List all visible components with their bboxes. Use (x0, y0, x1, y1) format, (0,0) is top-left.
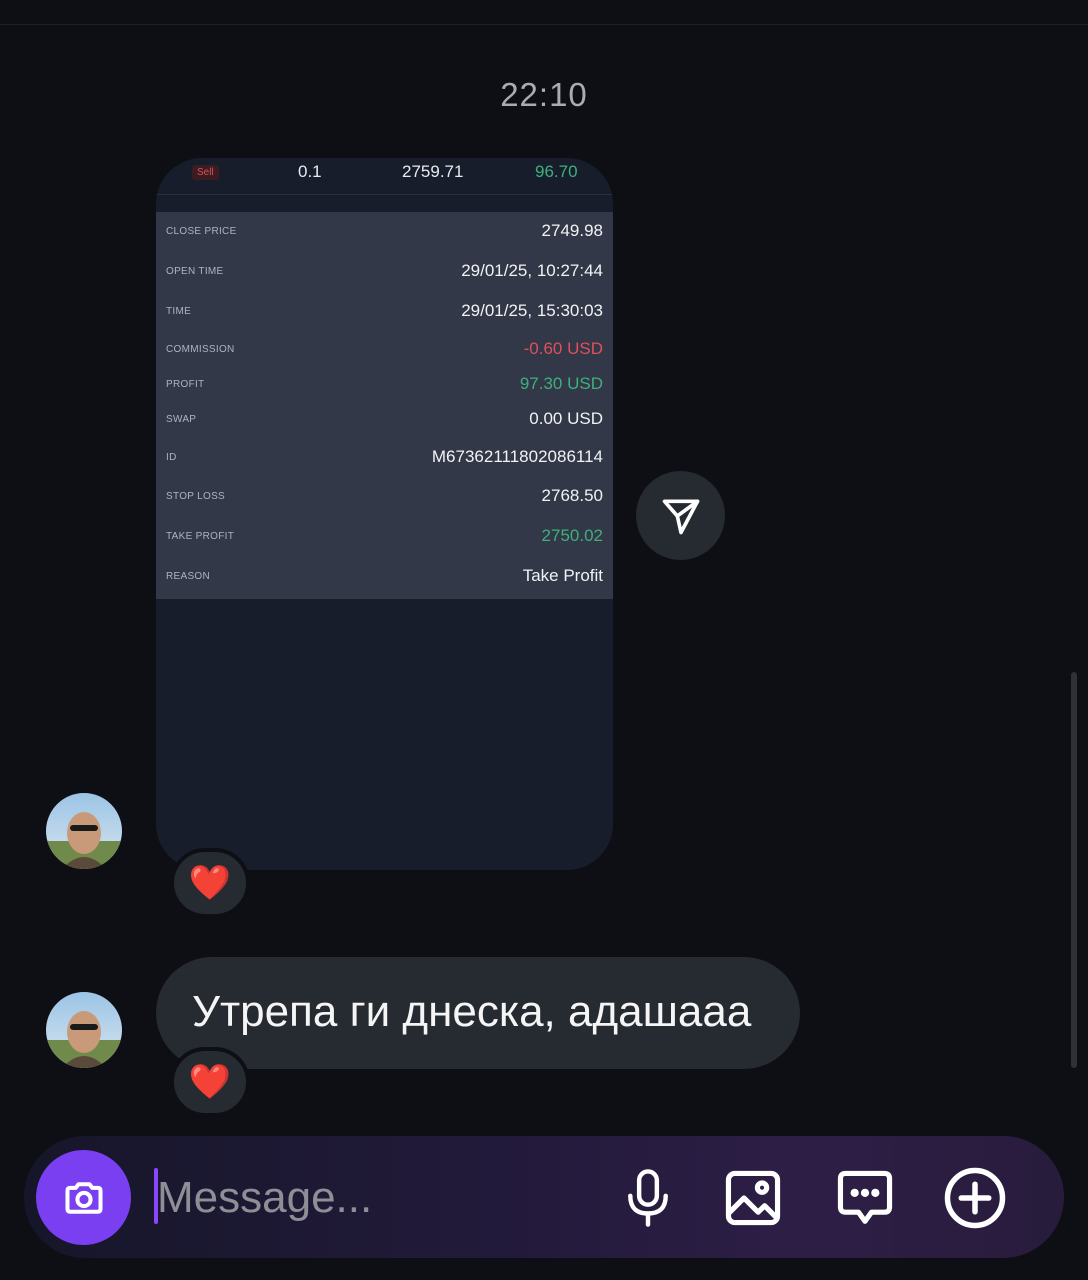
detail-row: REASON Take Profit (156, 563, 613, 593)
gallery-button[interactable] (719, 1164, 787, 1232)
detail-label: COMMISSION (166, 344, 235, 355)
detail-label: STOP LOSS (166, 491, 226, 502)
detail-row: COMMISSION -0.60 USD (156, 336, 613, 366)
detail-label: TIME (166, 306, 192, 317)
sticker-button[interactable] (831, 1164, 899, 1232)
detail-value: 29/01/25, 15:30:03 (461, 301, 603, 320)
message-input[interactable] (157, 1170, 557, 1226)
detail-row: STOP LOSS 2768.50 (156, 483, 613, 513)
message-timestamp: 22:10 (500, 76, 588, 113)
detail-value: 2768.50 (541, 486, 603, 505)
more-options-button[interactable] (941, 1164, 1009, 1232)
detail-label: ID (166, 452, 177, 463)
camera-button[interactable] (36, 1150, 131, 1245)
heart-emoji: ❤️ (188, 1063, 232, 1101)
sell-badge: Sell (192, 165, 219, 180)
sender-avatar[interactable] (46, 992, 122, 1068)
voice-message-button[interactable] (614, 1164, 682, 1232)
trade-screenshot-message[interactable]: Sell 0.1 2759.71 96.70 CLOSE PRICE 2749.… (156, 158, 613, 870)
detail-value: 29/01/25, 10:27:44 (461, 261, 603, 280)
chat-bubble-icon (837, 1170, 893, 1224)
image-icon (725, 1170, 781, 1226)
detail-value: Take Profit (522, 566, 603, 585)
detail-row: CLOSE PRICE 2749.98 (156, 218, 613, 248)
detail-label: TAKE PROFIT (166, 531, 235, 542)
paper-plane-icon (662, 499, 699, 534)
trade-details-table: CLOSE PRICE 2749.98 OPEN TIME 29/01/25, … (156, 212, 613, 599)
trade-summary-header: Sell 0.1 2759.71 96.70 (156, 158, 613, 195)
message-text: Утрепа ги днеска, адашааа (192, 987, 752, 1036)
heart-reaction[interactable]: ❤️ (170, 1047, 250, 1117)
camera-icon (64, 1181, 103, 1214)
detail-row: ID M6736211180208611​4 (156, 444, 613, 474)
trade-open-price: 2759.71 (402, 162, 464, 181)
detail-value: 0.00 USD (529, 409, 603, 428)
detail-label: REASON (166, 571, 211, 582)
detail-label: PROFIT (166, 379, 205, 390)
heart-reaction[interactable]: ❤️ (170, 848, 250, 918)
detail-row: TIME 29/01/25, 15:30:03 (156, 298, 613, 328)
detail-value: -0.60 USD (523, 339, 603, 358)
detail-row: TAKE PROFIT 2750.02 (156, 523, 613, 553)
trade-pl: 96.70 (535, 162, 578, 181)
trade-lots: 0.1 (298, 162, 322, 181)
detail-row: OPEN TIME 29/01/25, 10:27:44 (156, 258, 613, 288)
message-composer (24, 1136, 1064, 1258)
detail-value: 2749.98 (541, 221, 603, 240)
detail-label: SWAP (166, 414, 197, 425)
detail-row: PROFIT 97.30 USD (156, 371, 613, 401)
microphone-icon (628, 1169, 668, 1227)
detail-value: 97.30 USD (519, 374, 603, 393)
text-message-bubble[interactable]: Утрепа ги днеска, адашааа (156, 957, 800, 1069)
sender-avatar[interactable] (46, 793, 122, 869)
detail-label: CLOSE PRICE (166, 226, 237, 237)
detail-value: 2750.02 (541, 526, 603, 545)
detail-label: OPEN TIME (166, 266, 224, 277)
heart-emoji: ❤️ (188, 864, 232, 902)
detail-value: M6736211180208611​4 (431, 447, 603, 466)
share-button[interactable] (636, 471, 725, 560)
scrollbar[interactable] (1071, 672, 1077, 1068)
plus-circle-icon (944, 1167, 1006, 1229)
top-divider (0, 24, 1088, 25)
detail-row: SWAP 0.00 USD (156, 406, 613, 436)
